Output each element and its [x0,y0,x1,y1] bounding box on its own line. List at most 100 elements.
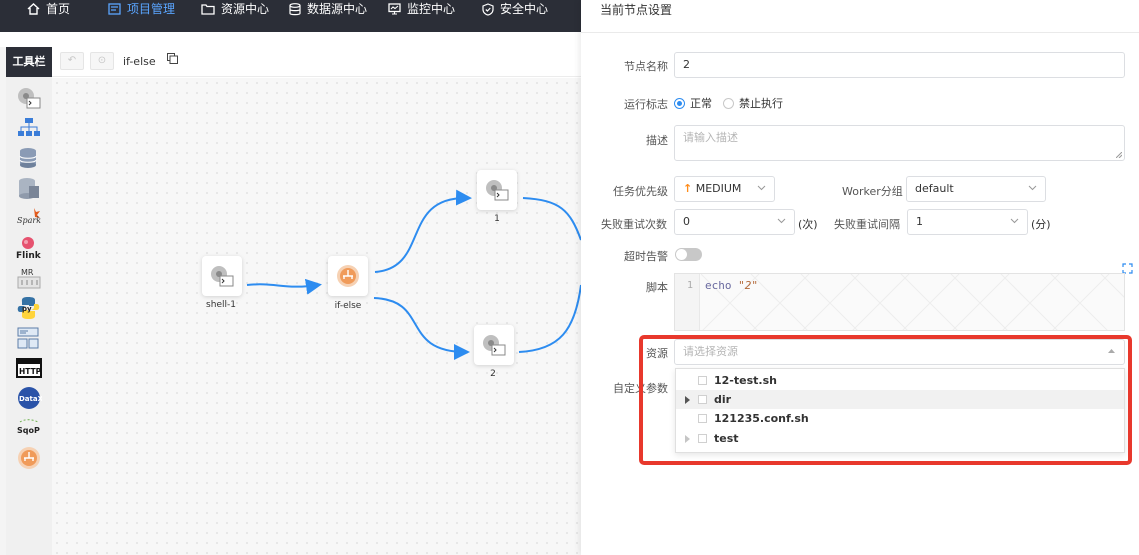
chevron-down-icon [1010,218,1019,224]
panel-divider [581,32,1139,33]
nav-label: 首页 [46,2,71,16]
tree-checkbox[interactable] [698,434,707,443]
fail-retry-times-unit: (次) [798,218,818,231]
datax-icon[interactable]: DataX [15,385,43,411]
tree-checkbox[interactable] [698,414,707,423]
dag-node-label: 2 [490,369,496,379]
resources-label: 资源 [646,347,668,360]
svg-text:Flink: Flink [16,251,42,260]
nav-item-resources[interactable]: 资源中心 [201,0,269,18]
tree-checkbox[interactable] [698,376,707,385]
caret-right-icon[interactable] [685,395,690,404]
conditions-icon[interactable] [15,445,43,471]
fail-retry-interval-unit: (分) [1031,218,1051,231]
nav-item-datasource[interactable]: 数据源中心 [289,0,367,18]
radio-label: 正常 [690,97,712,110]
tree-item-label: dir [714,393,732,406]
svg-text:SqoP: SqoP [17,426,40,435]
node-name-input[interactable]: 2 [674,52,1125,78]
shell-icon [486,180,509,201]
worker-group-select[interactable]: default [906,176,1046,202]
resources-select[interactable]: 请选择资源 [674,339,1125,365]
nav-item-home[interactable]: 首页 [27,0,70,18]
canvas-undo-button[interactable]: ↶ [60,52,84,70]
resources-placeholder: 请选择资源 [683,345,738,358]
shell-icon [483,335,506,356]
shell-icon[interactable] [15,85,43,111]
fail-retry-times-select[interactable]: 0 [674,209,795,235]
tree-item-label: test [714,432,739,445]
monitor-icon [388,3,401,15]
run-flag-normal-radio[interactable]: 正常 [674,95,712,111]
script-code: echo "2" [705,279,758,292]
canvas-info-button[interactable]: ⊙ [90,52,114,70]
spark-icon[interactable]: Spark [15,205,43,231]
resize-handle-icon[interactable] [1116,152,1122,158]
dag-grid [52,78,581,555]
dag-node-shell-1[interactable] [202,256,242,296]
radio-label: 禁止执行 [739,97,783,110]
timeout-alarm-label: 超时告警 [624,250,668,263]
copy-icon[interactable] [167,53,178,64]
dag-node-label: shell-1 [206,300,236,310]
nav-item-project[interactable]: 项目管理 [108,0,175,18]
script-string: "2" [738,279,758,292]
fail-retry-interval-select[interactable]: 1 [907,209,1028,235]
priority-select[interactable]: ↑ MEDIUM [674,176,775,202]
flink-icon[interactable]: Flink [15,235,43,261]
line-number: 1 [687,280,694,291]
chevron-down-icon [757,185,766,191]
run-flag-label: 运行标志 [624,98,668,111]
resource-tree-dropdown: 12-test.sh dir 121235.conf.sh test [675,368,1125,453]
tree-checkbox[interactable] [698,395,707,404]
fail-retry-times-value: 0 [683,215,690,228]
conditions-icon [337,265,359,287]
tree-item-12-test[interactable]: 12-test.sh [676,371,1124,390]
run-flag-forbidden-radio[interactable]: 禁止执行 [723,95,783,111]
panel-title: 当前节点设置 [600,3,673,17]
svg-text:MR: MR [21,268,34,277]
tree-item-dir[interactable]: dir [676,390,1124,409]
project-icon [108,3,121,15]
dag-node-label: if-else [334,301,362,311]
sqoop-icon[interactable]: SqoP [15,415,43,441]
sql-icon[interactable] [15,175,43,201]
priority-value: MEDIUM [695,182,742,195]
script-keyword: echo [705,279,732,292]
python-icon[interactable]: py [15,295,43,321]
tree-item-label: 121235.conf.sh [714,412,809,425]
radio-dot [723,97,734,109]
nav-item-security[interactable]: 安全中心 [482,0,548,18]
nav-label: 监控中心 [407,2,456,16]
dag-node-2[interactable] [474,325,514,365]
editor-pattern [701,274,1124,330]
chevron-down-icon [1028,185,1037,191]
dag-node-1[interactable] [477,170,517,210]
chevron-down-icon [777,218,786,224]
dag-node-if-else[interactable] [328,256,368,296]
fail-retry-interval-label: 失败重试间隔 [834,218,900,231]
tree-item-test[interactable]: test [676,429,1124,448]
chevron-up-icon [1108,349,1115,353]
script-editor[interactable]: 1 echo "2" [674,273,1125,331]
nav-item-monitor[interactable]: 监控中心 [388,0,455,18]
svg-text:DataX: DataX [19,395,42,403]
tree-item-121235-conf[interactable]: 121235.conf.sh [676,409,1124,428]
mr-icon[interactable]: MR [15,265,43,291]
procedure-icon[interactable] [15,145,43,171]
sub-process-icon[interactable] [15,115,43,141]
dag-node-label: 1 [494,214,500,224]
tree-item-label: 12-test.sh [714,374,777,387]
dependent-icon[interactable] [15,325,43,351]
custom-params-label: 自定义参数 [613,382,668,395]
fail-retry-interval-value: 1 [916,215,923,228]
http-icon[interactable]: HTTP [15,355,43,381]
node-name-value: 2 [683,58,690,71]
priority-label: 任务优先级 [613,185,668,198]
timeout-alarm-toggle[interactable] [675,248,702,261]
description-textarea[interactable]: 请输入描述 [674,125,1125,161]
caret-right-icon[interactable] [685,434,690,443]
script-label: 脚本 [646,281,668,294]
description-placeholder: 请输入描述 [683,131,738,144]
task-toolbar: Spark Flink MR py HTTP DataX SqoP [6,77,52,555]
